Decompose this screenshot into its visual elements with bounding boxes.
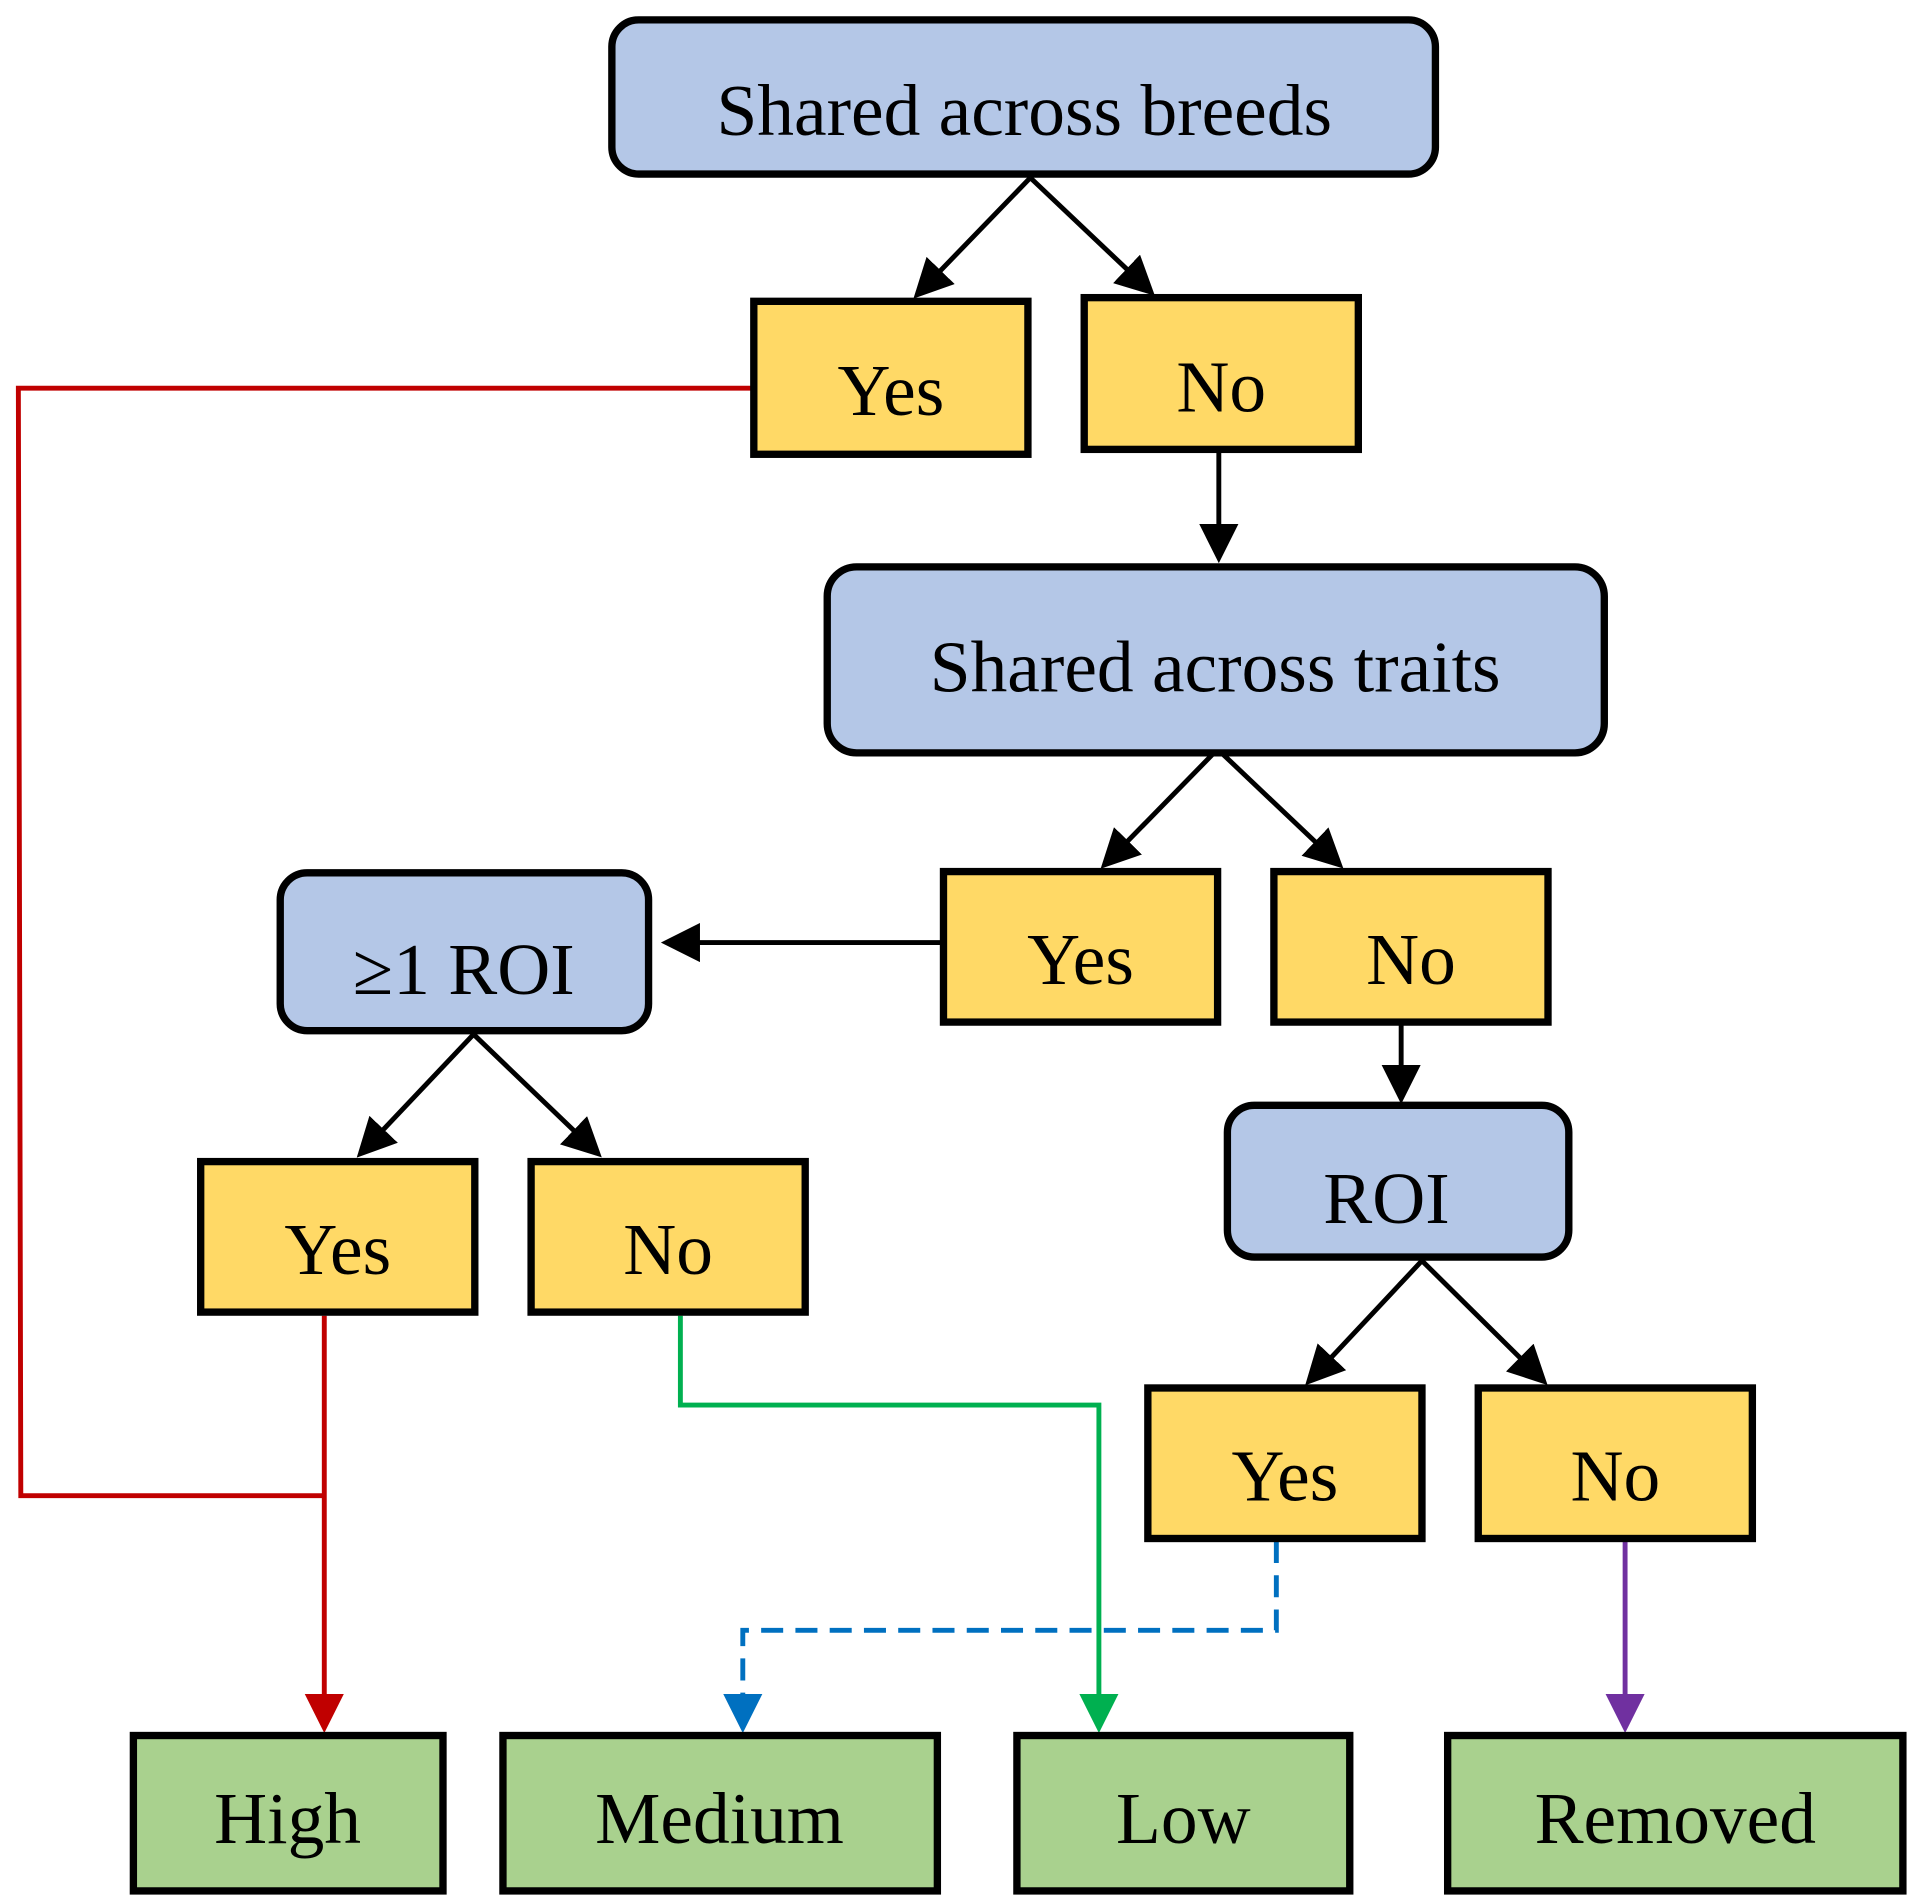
label-roi-yes: Yes — [1231, 1436, 1338, 1517]
label-traits-no: No — [1366, 919, 1456, 1000]
medium-path-arrow — [723, 1540, 1279, 1734]
decision-flowchart: Shared across breeds Yes No Shared acros… — [15, 16, 1907, 1895]
label-breeds-yes: Yes — [837, 350, 944, 431]
label-shared-across-breeds: Shared across breeds — [716, 70, 1332, 151]
arrow-q4-yes — [1305, 1259, 1424, 1386]
label-medium: Medium — [595, 1778, 844, 1859]
arrow-q3-yes — [356, 1032, 476, 1158]
label-removed: Removed — [1535, 1778, 1816, 1859]
arrow-q4-no — [1420, 1258, 1548, 1386]
label-roi-no: No — [1570, 1436, 1660, 1517]
label-traits-yes: Yes — [1027, 919, 1134, 1000]
arrow-q2-yes — [1100, 747, 1220, 869]
label-breeds-no: No — [1176, 346, 1266, 427]
label-high: High — [214, 1778, 361, 1859]
arrow-q1-yes — [913, 176, 1033, 299]
label-shared-across-traits: Shared across traits — [930, 627, 1501, 708]
label-at-least-one-roi: ≥1 ROI — [353, 929, 575, 1010]
arrow-q2-no — [1215, 747, 1344, 869]
arrow-q3-no — [471, 1032, 602, 1158]
label-low: Low — [1116, 1778, 1251, 1859]
arrow-q1-no — [1028, 175, 1155, 296]
label-roi1-yes: Yes — [284, 1209, 391, 1290]
label-roi: ROI — [1323, 1158, 1449, 1239]
label-roi1-no: No — [623, 1209, 713, 1290]
